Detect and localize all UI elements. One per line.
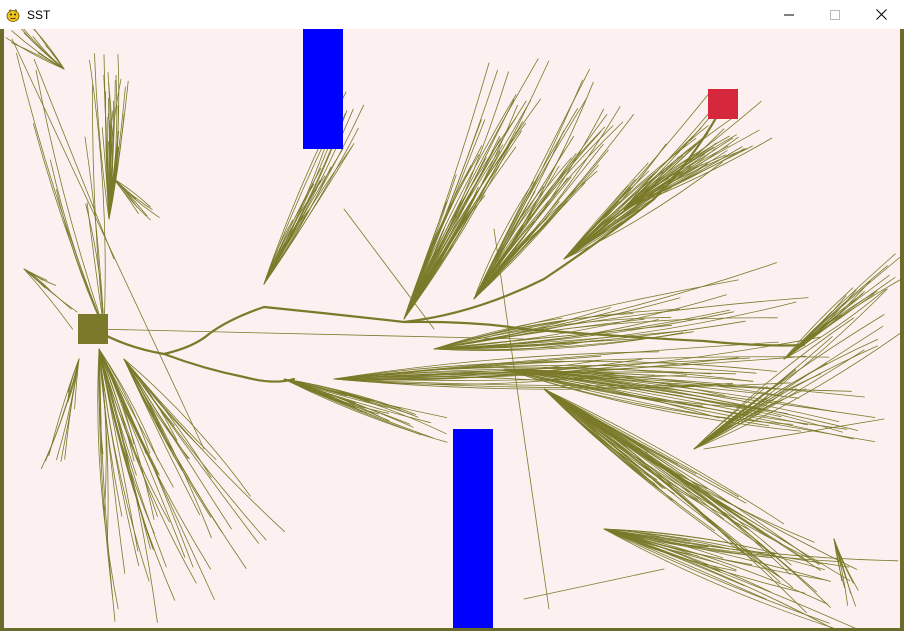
maximize-icon: [830, 9, 840, 20]
minimize-button[interactable]: [766, 0, 812, 29]
window-border-right: [900, 29, 904, 631]
title-bar[interactable]: SST: [0, 0, 904, 29]
simulation-canvas[interactable]: [4, 29, 900, 628]
obstacle-bottom: [453, 429, 493, 628]
close-icon: [875, 9, 887, 20]
window-title: SST: [27, 8, 51, 22]
close-button[interactable]: [858, 0, 904, 29]
pygame-snake-icon: [6, 8, 20, 22]
minimize-icon: [784, 10, 794, 20]
app-window: SST: [0, 0, 904, 631]
maximize-button[interactable]: [812, 0, 858, 29]
rrt-tree-layer: [5, 29, 900, 628]
goal-node: [708, 89, 738, 119]
start-node: [78, 314, 108, 344]
obstacle-top: [303, 29, 343, 149]
